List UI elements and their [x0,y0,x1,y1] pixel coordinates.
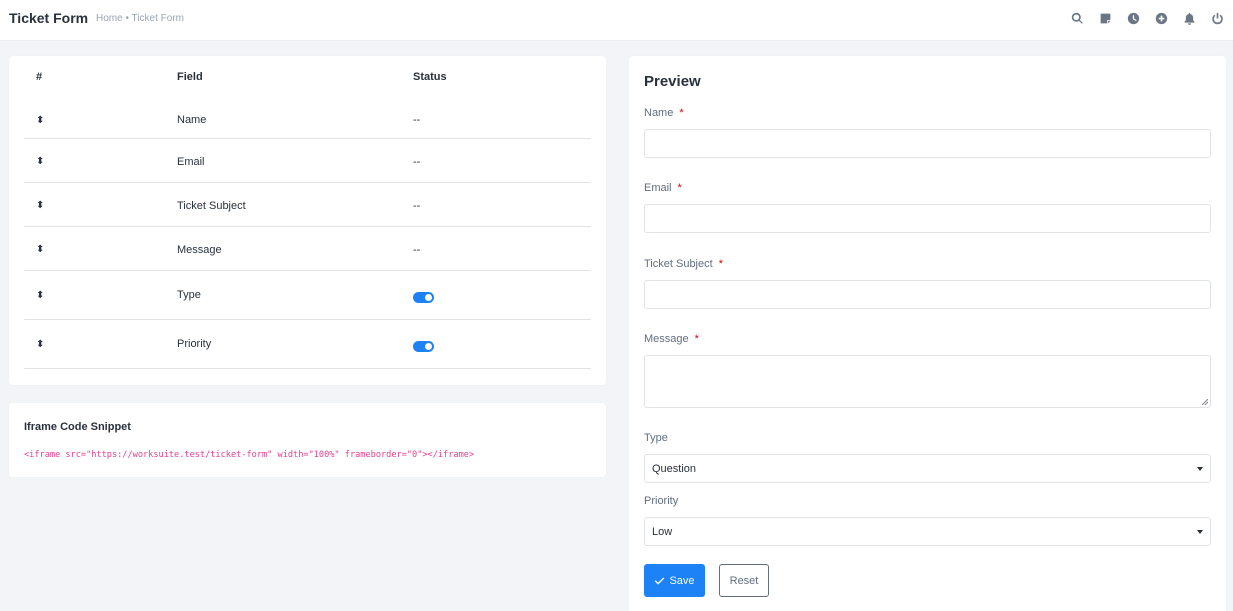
message-label: Message * [644,333,699,345]
iframe-code[interactable]: <iframe src="https://worksuite.test/tick… [24,450,474,460]
name-label: Name * [644,107,684,119]
required-mark: * [718,258,723,270]
ticket-fields-table: # Field Status ⬍ Name -- ⬍ Email -- ⬍ Ti… [24,56,591,369]
column-header-field: Field [177,71,203,83]
page-title: Ticket Form [9,10,89,26]
name-label-text: Name [644,107,674,119]
field-name: Type [177,289,201,301]
table-row: ⬍ Email -- [24,139,591,183]
top-header: Ticket Form Home • Ticket Form [0,0,1233,41]
email-input[interactable] [644,204,1211,233]
toggle-switch[interactable] [413,341,434,352]
field-name: Priority [177,338,212,350]
power-icon[interactable] [1203,9,1231,27]
type-selected-value: Question [652,463,697,475]
caret-down-icon [1197,467,1203,471]
drag-handle-icon[interactable]: ⬍ [36,244,44,255]
type-label: Type [644,432,668,444]
table-row: ⬍ Ticket Subject -- [24,183,591,227]
save-button[interactable]: Save [644,564,705,597]
search-icon[interactable] [1063,9,1091,27]
field-name: Email [177,156,205,168]
status-toggle[interactable] [413,341,434,355]
clock-icon[interactable] [1119,9,1147,27]
check-icon [655,577,665,585]
drag-handle-icon[interactable]: ⬍ [36,290,44,301]
name-input[interactable] [644,129,1211,158]
drag-handle-icon[interactable]: ⬍ [36,156,44,167]
reset-button-label: Reset [729,574,759,587]
iframe-snippet-title: Iframe Code Snippet [24,421,131,433]
preview-card: Preview Name * Email * Ticket Subject * Mes… [629,56,1226,611]
field-status: -- [413,156,421,168]
breadcrumb[interactable]: Home • Ticket Form [96,13,184,24]
status-toggle[interactable] [413,292,434,306]
field-name: Message [177,244,222,256]
email-label: Email * [644,182,682,194]
ticket-subject-label: Ticket Subject * [644,258,723,270]
drag-handle-icon[interactable]: ⬍ [36,339,44,350]
bell-icon[interactable] [1175,9,1203,27]
column-header-status: Status [413,71,447,83]
plus-circle-icon[interactable] [1147,9,1175,27]
ticket-fields-card: # Field Status ⬍ Name -- ⬍ Email -- ⬍ Ti… [9,56,606,385]
priority-selected-value: Low [652,526,673,538]
field-status: -- [413,244,421,256]
required-mark: * [677,182,682,194]
reset-button[interactable]: Reset [719,564,769,597]
preview-title: Preview [644,73,701,90]
email-label-text: Email [644,182,672,194]
resize-grip-icon[interactable] [1202,399,1208,405]
message-textarea[interactable] [644,355,1211,408]
table-row: ⬍ Priority [24,320,591,369]
type-select[interactable]: Question [644,454,1211,483]
field-status: -- [413,200,421,212]
ticket-subject-label-text: Ticket Subject [644,258,713,270]
priority-label: Priority [644,495,679,507]
field-status: -- [413,114,421,126]
message-label-text: Message [644,333,689,345]
required-mark: * [694,333,699,345]
column-header-number: # [36,71,43,83]
caret-down-icon [1197,530,1203,534]
drag-handle-icon[interactable]: ⬍ [36,115,44,126]
iframe-snippet-card: Iframe Code Snippet <iframe src="https:/… [9,403,606,477]
field-name: Name [177,114,207,126]
toggle-switch[interactable] [413,292,434,303]
header-icons [1063,9,1231,27]
save-button-label: Save [669,574,695,587]
sticky-note-icon[interactable] [1091,9,1119,27]
table-header: # Field Status [24,56,591,99]
table-row: ⬍ Name -- [24,99,591,139]
required-mark: * [679,107,684,119]
ticket-subject-input[interactable] [644,280,1211,309]
priority-select[interactable]: Low [644,517,1211,546]
table-row: ⬍ Message -- [24,227,591,271]
field-name: Ticket Subject [177,200,246,212]
table-row: ⬍ Type [24,271,591,320]
drag-handle-icon[interactable]: ⬍ [36,200,44,211]
